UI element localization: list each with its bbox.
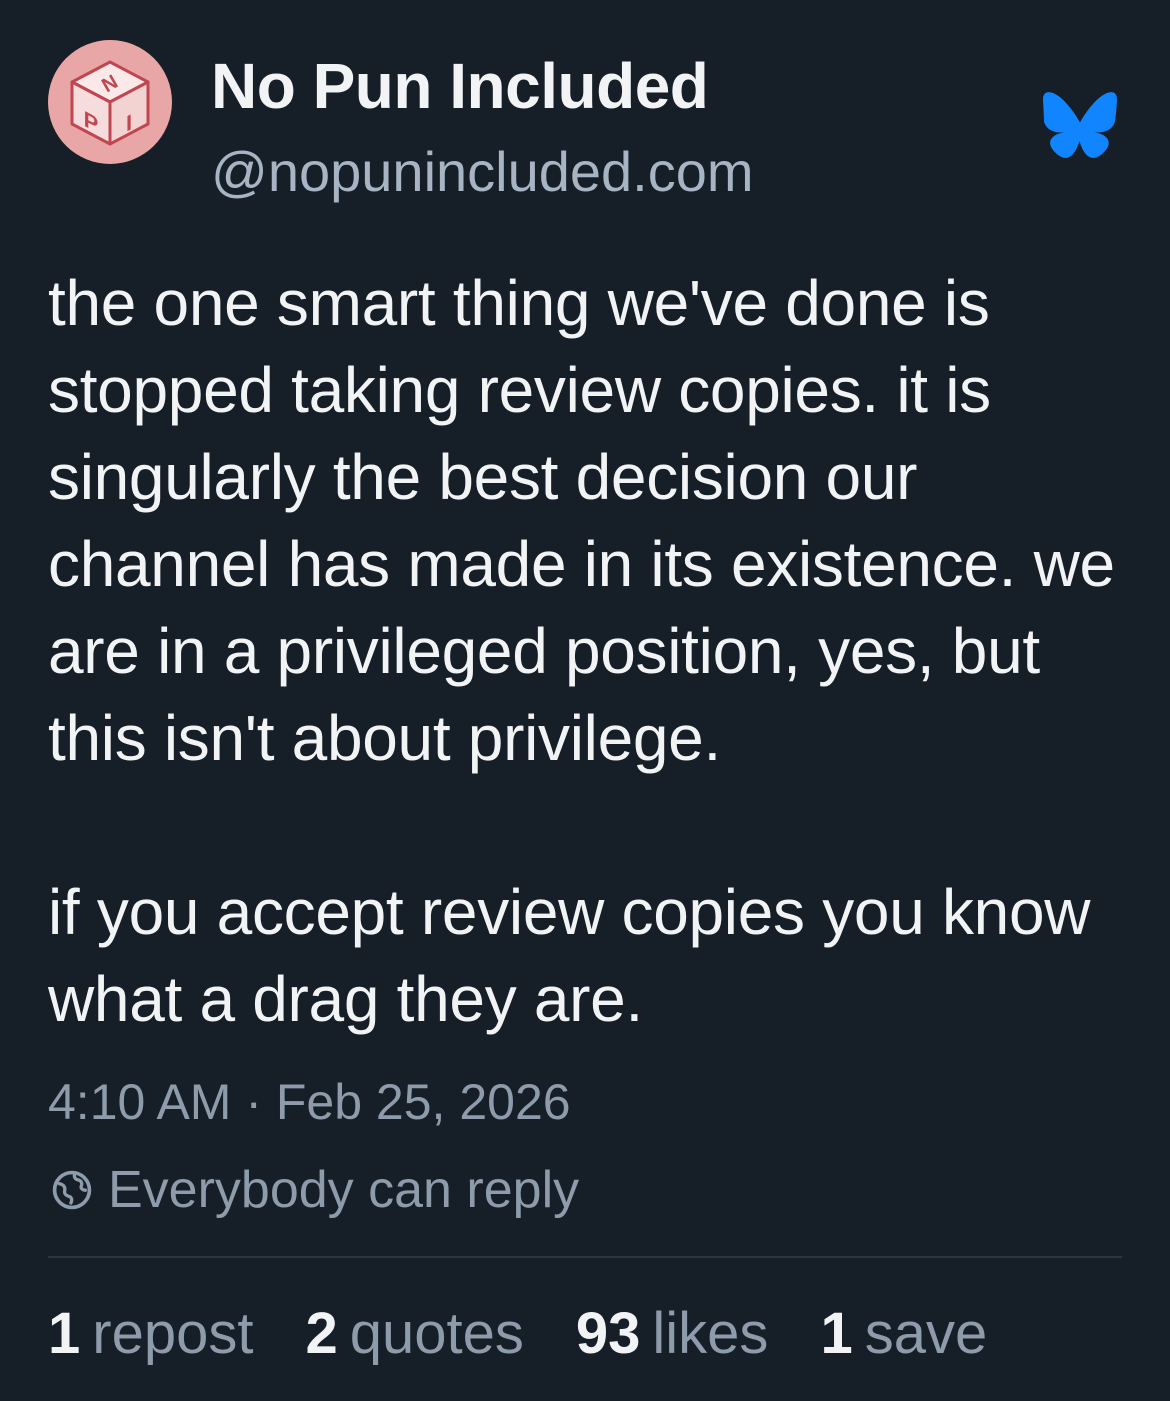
post-timestamp[interactable]: 4:10 AM · Feb 25, 2026 xyxy=(48,1070,571,1134)
reply-setting-label: Everybody can reply xyxy=(108,1161,580,1219)
stat-number: 1 xyxy=(820,1300,853,1366)
globe-icon xyxy=(52,1170,92,1210)
author-display-name[interactable]: No Pun Included xyxy=(211,48,709,124)
post-card: N P I No Pun Included @nopunincluded.com… xyxy=(0,0,1170,1401)
post-body: the one smart thing we've done is stoppe… xyxy=(48,267,1115,1035)
dice-logo-icon: N P I xyxy=(70,60,150,146)
divider xyxy=(48,1256,1122,1258)
post-stats: 1 repost 2 quotes 93 likes 1 save xyxy=(48,1298,1039,1368)
stat-label: likes xyxy=(652,1300,769,1366)
author-handle[interactable]: @nopunincluded.com xyxy=(211,137,754,207)
quote-count[interactable]: 2 quotes xyxy=(305,1300,523,1367)
stat-label: quotes xyxy=(349,1300,524,1366)
stat-label: repost xyxy=(92,1300,254,1366)
stat-number: 1 xyxy=(48,1300,81,1366)
bluesky-butterfly-icon xyxy=(1043,92,1117,158)
stat-label: save xyxy=(864,1300,988,1366)
stat-number: 93 xyxy=(575,1300,641,1366)
repost-count[interactable]: 1 repost xyxy=(48,1300,253,1367)
stat-number: 2 xyxy=(305,1300,338,1366)
avatar[interactable]: N P I xyxy=(48,40,172,164)
save-count[interactable]: 1 save xyxy=(820,1300,987,1367)
like-count[interactable]: 93 likes xyxy=(576,1300,769,1367)
reply-setting: Everybody can reply xyxy=(48,1158,579,1222)
avatar-letter-right: I xyxy=(126,109,132,137)
